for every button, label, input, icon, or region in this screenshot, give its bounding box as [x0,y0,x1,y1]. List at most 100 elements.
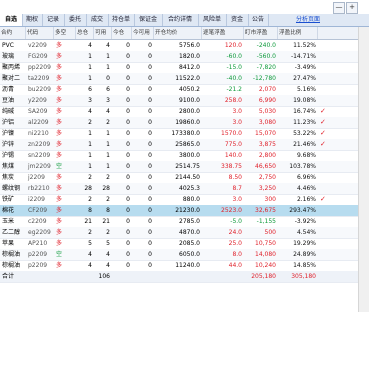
cell-pnl2: 2,070 [258,86,276,93]
col-code[interactable]: 代码 [26,27,54,39]
tab-margin[interactable]: 保证金 [134,14,163,26]
cell-avail: 1 [106,130,110,137]
add-button[interactable]: + [346,2,358,14]
cell-today: 0 [126,141,130,148]
cell-name: 玻璃 [2,53,15,60]
cell-avail: 1 [106,53,110,60]
cell-name: PVC [2,42,14,49]
cell-today: 0 [126,53,130,60]
col-mark-pnl[interactable]: 盯市浮盈 [244,27,278,39]
cell-pnl1: -5.0 [230,218,242,225]
cell-today: 0 [126,97,130,104]
cell-code: rb2210 [28,185,50,192]
cell-today-avail: 0 [148,97,152,104]
col-direction[interactable]: 多空 [54,27,76,39]
minimize-button[interactable]: — [333,2,345,14]
cell-avail: 5 [106,240,110,247]
cell-avail: 0 [106,75,110,82]
cell-today-avail: 0 [148,163,152,170]
total-pnl2: 205,180 [251,273,276,280]
cell-pnl2: 6,990 [258,97,276,104]
cell-today: 0 [126,218,130,225]
cell-avail: 2 [106,174,110,181]
cell-pnl1: 338.75 [221,163,242,170]
cell-avg: 25865.0 [175,141,200,148]
cell-ratio: 5.16% [296,86,316,93]
cell-name: 玉米 [2,218,15,225]
cell-total: 4 [88,42,92,49]
cell-total: 1 [88,163,92,170]
cell-pnl1: -21.2 [226,86,242,93]
cell-code: eg2209 [28,229,51,236]
col-contract[interactable]: 合约 [0,27,26,39]
cell-ratio: 4.54% [296,229,316,236]
cell-name: 焦炭 [2,174,15,181]
cell-dir: 多 [56,240,63,247]
tab-contract-details[interactable]: 合约详情 [162,14,199,26]
cell-total: 2 [88,119,92,126]
col-today[interactable]: 今仓 [112,27,132,39]
cell-ratio: 24.89% [293,251,316,258]
tab-funds[interactable]: 资金 [226,14,249,26]
cell-avail: 2 [106,196,110,203]
analysis-page-link[interactable]: 分析页面 [288,14,328,26]
cell-avg: 8412.0 [179,64,200,71]
cell-avail: 4 [106,108,110,115]
cell-ratio: 103.78% [289,163,316,170]
cell-today: 0 [126,64,130,71]
cell-code: j2209 [28,174,45,181]
cell-dir: 多 [56,185,63,192]
checkmark-icon: ✓ [320,129,326,137]
cell-dir: 多 [56,119,63,126]
cell-total: 1 [88,53,92,60]
cell-dir: 多 [56,196,63,203]
cell-today: 0 [126,185,130,192]
cell-avg: 4025.3 [179,185,200,192]
col-pnl-ratio[interactable]: 浮盈比例 [278,27,318,39]
cell-avail: 21 [102,218,110,225]
cell-pnl2: 300 [264,196,276,203]
col-total[interactable]: 总仓 [76,27,94,39]
cell-dir: 多 [56,141,63,148]
tab-watchlist[interactable]: 自选 [0,14,23,26]
vertical-scrollbar[interactable] [358,27,369,312]
empty-area [0,312,369,381]
cell-ratio: 27.47% [293,75,316,82]
cell-today-avail: 0 [148,53,152,60]
cell-total: 4 [88,251,92,258]
cell-pnl1: 25.0 [228,240,242,247]
cell-avg: 2785.0 [179,218,200,225]
col-avg-open-price[interactable]: 开仓均价 [154,27,202,39]
cell-today: 0 [126,174,130,181]
cell-dir: 多 [56,53,63,60]
cell-today-avail: 0 [148,196,152,203]
col-trade-pnl[interactable]: 逐笔浮盈 [202,27,244,39]
tab-positions[interactable]: 持仓单 [108,14,135,26]
tab-options[interactable]: 期权 [22,14,43,26]
col-available[interactable]: 可用 [94,27,112,39]
cell-name: 焦煤 [2,163,15,170]
cell-pnl1: 8.50 [228,174,242,181]
cell-avg: 3800.0 [179,152,200,159]
cell-total: 28 [84,185,92,192]
cell-today: 0 [126,251,130,258]
tab-risk[interactable]: 风险单 [198,14,227,26]
tab-notice[interactable]: 公告 [248,14,269,26]
cell-ratio: 16.74% [293,108,316,115]
cell-code: v2209 [28,42,47,49]
tab-records[interactable]: 记录 [42,14,65,26]
col-today-available[interactable]: 今可用 [132,27,154,39]
cell-today-avail: 0 [148,185,152,192]
tab-trades[interactable]: 成交 [86,14,109,26]
tab-orders[interactable]: 委托 [64,14,87,26]
col-extra [318,27,358,39]
cell-avail: 4 [106,262,110,269]
cell-avail: 8 [106,207,110,214]
cell-pnl2: -560.0 [256,53,276,60]
total-ratio: 305,180 [291,273,316,280]
cell-pnl1: 3.0 [232,108,242,115]
position-window: — + 自选 期权 记录 委托 成交 持仓单 保证金 合约详情 风险单 资金 公… [0,0,369,381]
cell-avg: 173380.0 [171,130,200,137]
cell-total: 3 [88,97,92,104]
cell-today-avail: 0 [148,262,152,269]
